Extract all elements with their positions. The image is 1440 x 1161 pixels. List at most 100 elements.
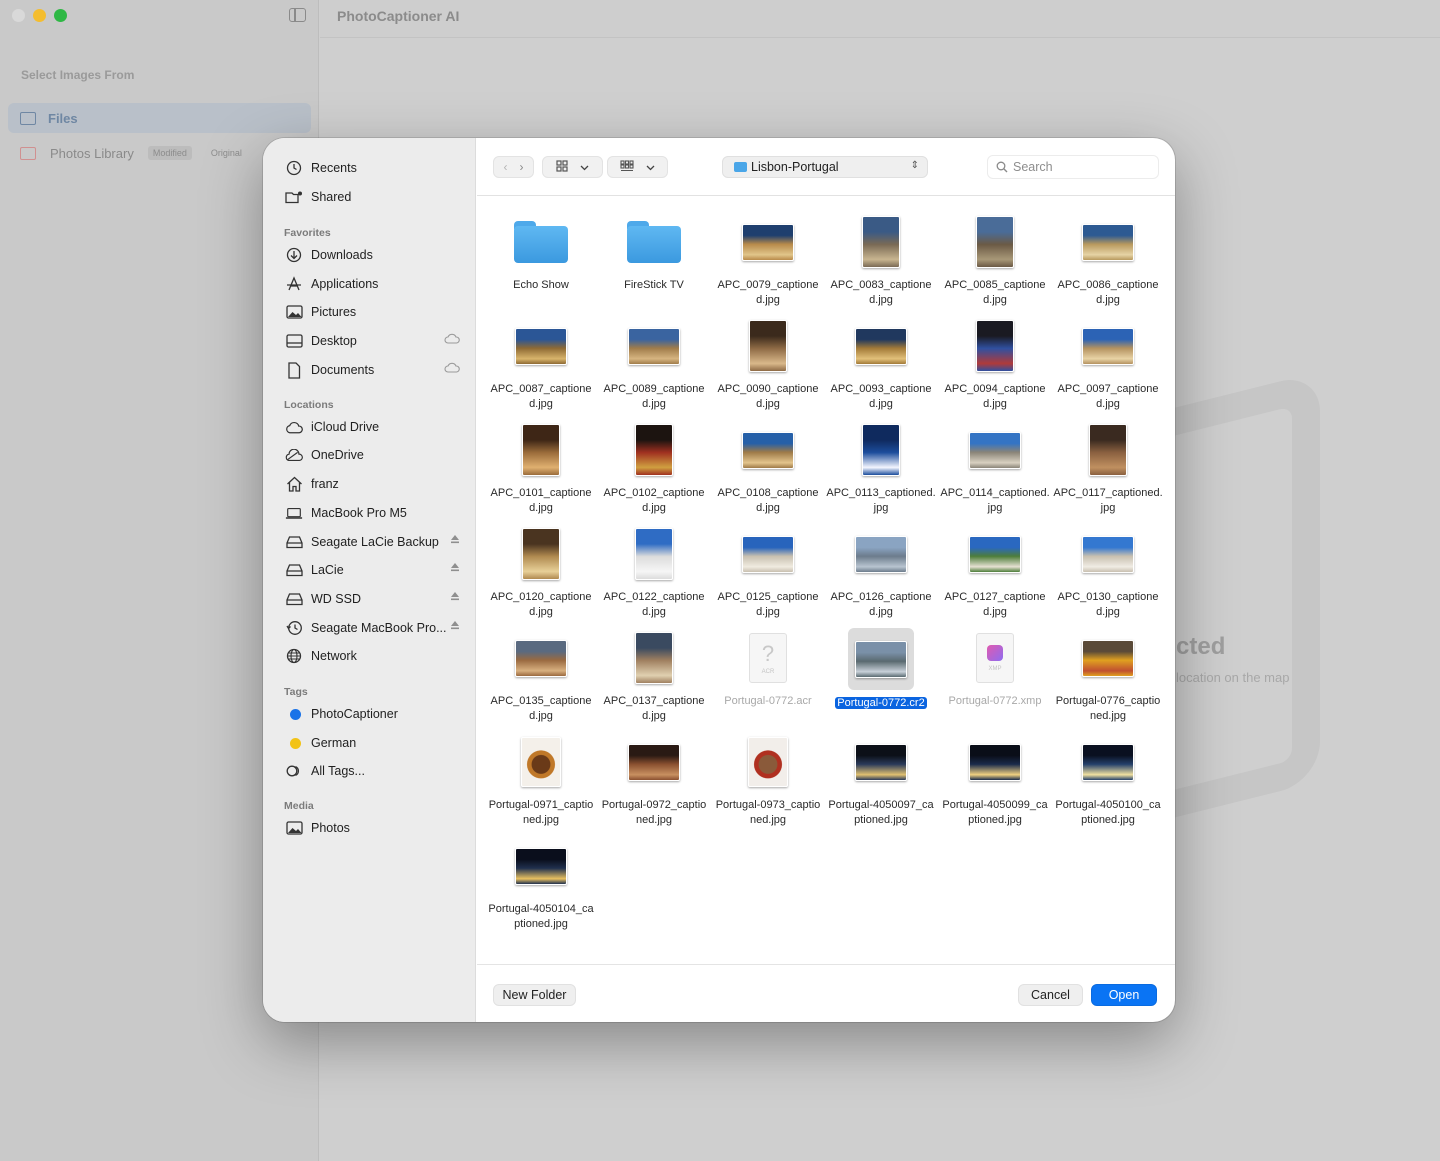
- file-name: APC_0094_captioned.jpg: [940, 382, 1050, 411]
- file-item[interactable]: APC_0083_captioned.jpg: [826, 212, 936, 316]
- file-item[interactable]: Portugal-0973_captioned.jpg: [713, 732, 823, 836]
- file-item[interactable]: APC_0079_captioned.jpg: [713, 212, 823, 316]
- file-item[interactable]: APC_0126_captioned.jpg: [826, 524, 936, 628]
- file-name-text: Portugal-0973_captioned.jpg: [715, 799, 821, 826]
- sidebar-item-label: Shared: [311, 190, 352, 204]
- close-window-button[interactable]: [12, 9, 25, 22]
- file-name-text: Echo Show: [513, 279, 569, 291]
- eject-icon[interactable]: [450, 562, 460, 575]
- file-item[interactable]: APC_0108_captioned.jpg: [713, 420, 823, 524]
- thumbnail-container: [505, 836, 577, 896]
- eject-icon[interactable]: [450, 620, 460, 633]
- file-item[interactable]: APC_0120_captioned.jpg: [486, 524, 596, 628]
- sidebar-item-franz[interactable]: franz: [285, 473, 460, 495]
- file-item[interactable]: APC_0114_captioned.jpg: [940, 420, 1050, 524]
- file-item[interactable]: Portugal-0971_captioned.jpg: [486, 732, 596, 836]
- file-name-text: Portugal-0772.xmp: [948, 695, 1042, 707]
- folder-item[interactable]: FireStick TV: [599, 212, 709, 316]
- file-item[interactable]: APC_0113_captioned.jpg: [826, 420, 936, 524]
- file-item[interactable]: Portugal-0972_captioned.jpg: [599, 732, 709, 836]
- eject-icon[interactable]: [450, 534, 460, 547]
- sidebar-item-label: Desktop: [311, 334, 357, 348]
- image-thumbnail: [1082, 639, 1134, 677]
- file-item[interactable]: Portugal-0772.cr2: [826, 628, 936, 732]
- minimize-window-button[interactable]: [33, 9, 46, 22]
- file-item[interactable]: APC_0094_captioned.jpg: [940, 316, 1050, 420]
- sidebar-item-all-tags[interactable]: All Tags...: [285, 760, 460, 782]
- sidebar-item-desktop[interactable]: Desktop: [285, 330, 460, 352]
- file-item[interactable]: APC_0089_captioned.jpg: [599, 316, 709, 420]
- file-item[interactable]: Portugal-4050097_captioned.jpg: [826, 732, 936, 836]
- sidebar-item-onedrive[interactable]: OneDrive: [285, 444, 460, 466]
- thumbnail-container: [845, 524, 917, 584]
- file-item[interactable]: APC_0085_captioned.jpg: [940, 212, 1050, 316]
- sidebar-item-wd-ssd[interactable]: WD SSD: [285, 588, 460, 610]
- sidebar-item-label: MacBook Pro M5: [311, 506, 407, 520]
- source-files[interactable]: Files: [8, 103, 311, 133]
- sidebar-item-applications[interactable]: Applications: [285, 273, 460, 295]
- back-forward-buttons[interactable]: ‹ ›: [493, 156, 534, 178]
- file-item[interactable]: APC_0137_captioned.jpg: [599, 628, 709, 732]
- location-popup[interactable]: Lisbon-Portugal ⇕: [722, 156, 928, 178]
- globe-icon: [285, 647, 303, 665]
- file-name-text: APC_0097_captioned.jpg: [1057, 383, 1159, 410]
- file-item[interactable]: Portugal-4050100_captioned.jpg: [1053, 732, 1163, 836]
- file-item[interactable]: Portugal-4050104_captioned.jpg: [486, 836, 596, 940]
- zoom-window-button[interactable]: [54, 9, 67, 22]
- file-item[interactable]: APC_0130_captioned.jpg: [1053, 524, 1163, 628]
- view-mode-button[interactable]: [542, 156, 603, 178]
- image-thumbnail: [635, 632, 673, 684]
- folder-item[interactable]: Echo Show: [486, 212, 596, 316]
- file-item[interactable]: APC_0093_captioned.jpg: [826, 316, 936, 420]
- file-item[interactable]: APC_0087_captioned.jpg: [486, 316, 596, 420]
- file-name-text: Portugal-0772.acr: [724, 695, 812, 707]
- back-icon[interactable]: ‹: [504, 160, 508, 174]
- sidebar-item-seagate-lacie-backup[interactable]: Seagate LaCie Backup: [285, 531, 460, 553]
- file-name: APC_0087_captioned.jpg: [486, 382, 596, 411]
- file-item[interactable]: APC_0097_captioned.jpg: [1053, 316, 1163, 420]
- sidebar-item-lacie[interactable]: LaCie: [285, 559, 460, 581]
- sidebar-item-german[interactable]: German: [285, 732, 460, 754]
- open-button[interactable]: Open: [1091, 984, 1157, 1006]
- cancel-button[interactable]: Cancel: [1018, 984, 1083, 1006]
- sidebar-item-network[interactable]: Network: [285, 645, 460, 667]
- file-item[interactable]: APC_0117_captioned.jpg: [1053, 420, 1163, 524]
- image-thumbnail: [855, 327, 907, 365]
- empty-state-subtitle: location on the map: [1176, 670, 1290, 685]
- file-item[interactable]: Portugal-4050099_captioned.jpg: [940, 732, 1050, 836]
- sidebar-item-recents[interactable]: Recents: [285, 157, 460, 179]
- modified-toggle[interactable]: Modified: [147, 146, 192, 160]
- file-item[interactable]: APC_0125_captioned.jpg: [713, 524, 823, 628]
- group-mode-button[interactable]: [607, 156, 668, 178]
- eject-icon[interactable]: [450, 591, 460, 604]
- sidebar-item-photocaptioner[interactable]: PhotoCaptioner: [285, 703, 460, 725]
- sidebar-item-photos[interactable]: Photos: [285, 817, 460, 839]
- image-thumbnail: [1082, 743, 1134, 781]
- sidebar-item-macbook-pro-m5[interactable]: MacBook Pro M5: [285, 502, 460, 524]
- sidebar-item-seagate-macbook-pro[interactable]: Seagate MacBook Pro...: [285, 617, 460, 639]
- sidebar-item-icloud-drive[interactable]: iCloud Drive: [285, 416, 460, 438]
- thumbnail-container: [848, 628, 914, 690]
- sidebar-item-pictures[interactable]: Pictures: [285, 301, 460, 323]
- file-item[interactable]: XMP Portugal-0772.xmp: [940, 628, 1050, 732]
- search-field[interactable]: Search: [987, 155, 1159, 179]
- file-item[interactable]: APC_0122_captioned.jpg: [599, 524, 709, 628]
- forward-icon[interactable]: ›: [520, 160, 524, 174]
- file-item[interactable]: APC_0102_captioned.jpg: [599, 420, 709, 524]
- file-name: APC_0117_captioned.jpg: [1053, 486, 1163, 515]
- file-item[interactable]: APC_0086_captioned.jpg: [1053, 212, 1163, 316]
- file-item[interactable]: APC_0090_captioned.jpg: [713, 316, 823, 420]
- sidebar-item-downloads[interactable]: Downloads: [285, 244, 460, 266]
- sidebar-item-shared[interactable]: Shared: [285, 186, 460, 208]
- sidebar-item-documents[interactable]: Documents: [285, 359, 460, 381]
- sidebar-toggle-icon[interactable]: [289, 8, 306, 22]
- file-name-text: APC_0135_captioned.jpg: [490, 695, 592, 722]
- file-item[interactable]: APC_0135_captioned.jpg: [486, 628, 596, 732]
- file-item[interactable]: APC_0127_captioned.jpg: [940, 524, 1050, 628]
- sidebar-section-heading: Favorites: [284, 227, 331, 239]
- file-item[interactable]: APC_0101_captioned.jpg: [486, 420, 596, 524]
- file-item[interactable]: Portugal-0776_captioned.jpg: [1053, 628, 1163, 732]
- file-item[interactable]: ? ACR Portugal-0772.acr: [713, 628, 823, 732]
- original-toggle[interactable]: Original: [206, 146, 247, 160]
- new-folder-button[interactable]: New Folder: [493, 984, 576, 1006]
